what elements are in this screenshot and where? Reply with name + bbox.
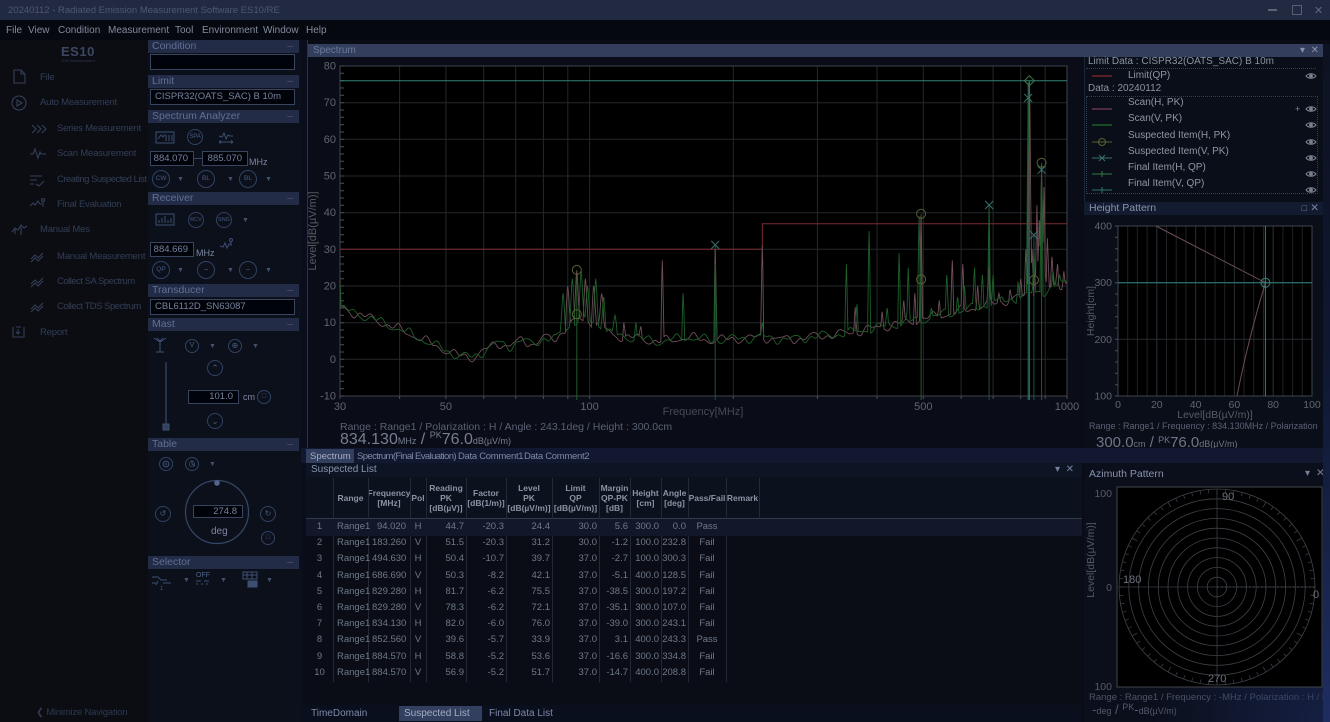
svg-text:100: 100 [1094,391,1112,403]
svg-text:20: 20 [324,281,336,293]
svg-text:90: 90 [1222,491,1234,503]
svg-text:100: 100 [1094,681,1112,693]
svg-text:1000: 1000 [1055,401,1079,413]
svg-text:40: 40 [324,207,336,219]
svg-text:Height[cm]: Height[cm] [1085,286,1097,336]
svg-text:80: 80 [324,61,336,73]
svg-text:30: 30 [324,244,336,256]
svg-text:60: 60 [324,134,336,146]
svg-text:500: 500 [914,401,932,413]
svg-text:10: 10 [324,317,336,329]
svg-text:270: 270 [1208,673,1226,685]
svg-text:100: 100 [1303,399,1321,411]
svg-text:Level[dB(µV/m)]: Level[dB(µV/m)] [1085,522,1097,598]
svg-text:0: 0 [1313,589,1319,601]
svg-text:180: 180 [1123,574,1141,586]
svg-text:300: 300 [1094,277,1112,289]
svg-text:200: 200 [1094,334,1112,346]
svg-text:50: 50 [440,401,452,413]
svg-text:80: 80 [1267,399,1279,411]
svg-text:70: 70 [324,97,336,109]
svg-text:30: 30 [334,401,346,413]
svg-text:Level[dB(µV/m)]: Level[dB(µV/m)] [307,191,319,270]
svg-text:Frequency[MHz]: Frequency[MHz] [663,406,744,418]
svg-text:Level[dB(µV/m)]: Level[dB(µV/m)] [1177,409,1253,421]
svg-text:1: 1 [160,586,164,592]
svg-text:400: 400 [1094,221,1112,233]
svg-text:0: 0 [1106,582,1112,594]
svg-text:+: + [1295,104,1300,114]
svg-text:0: 0 [330,354,336,366]
svg-text:50: 50 [324,171,336,183]
svg-text:20: 20 [1151,399,1163,411]
svg-text:100: 100 [580,401,598,413]
svg-text:100: 100 [1094,488,1112,500]
svg-text:0: 0 [1115,399,1121,411]
